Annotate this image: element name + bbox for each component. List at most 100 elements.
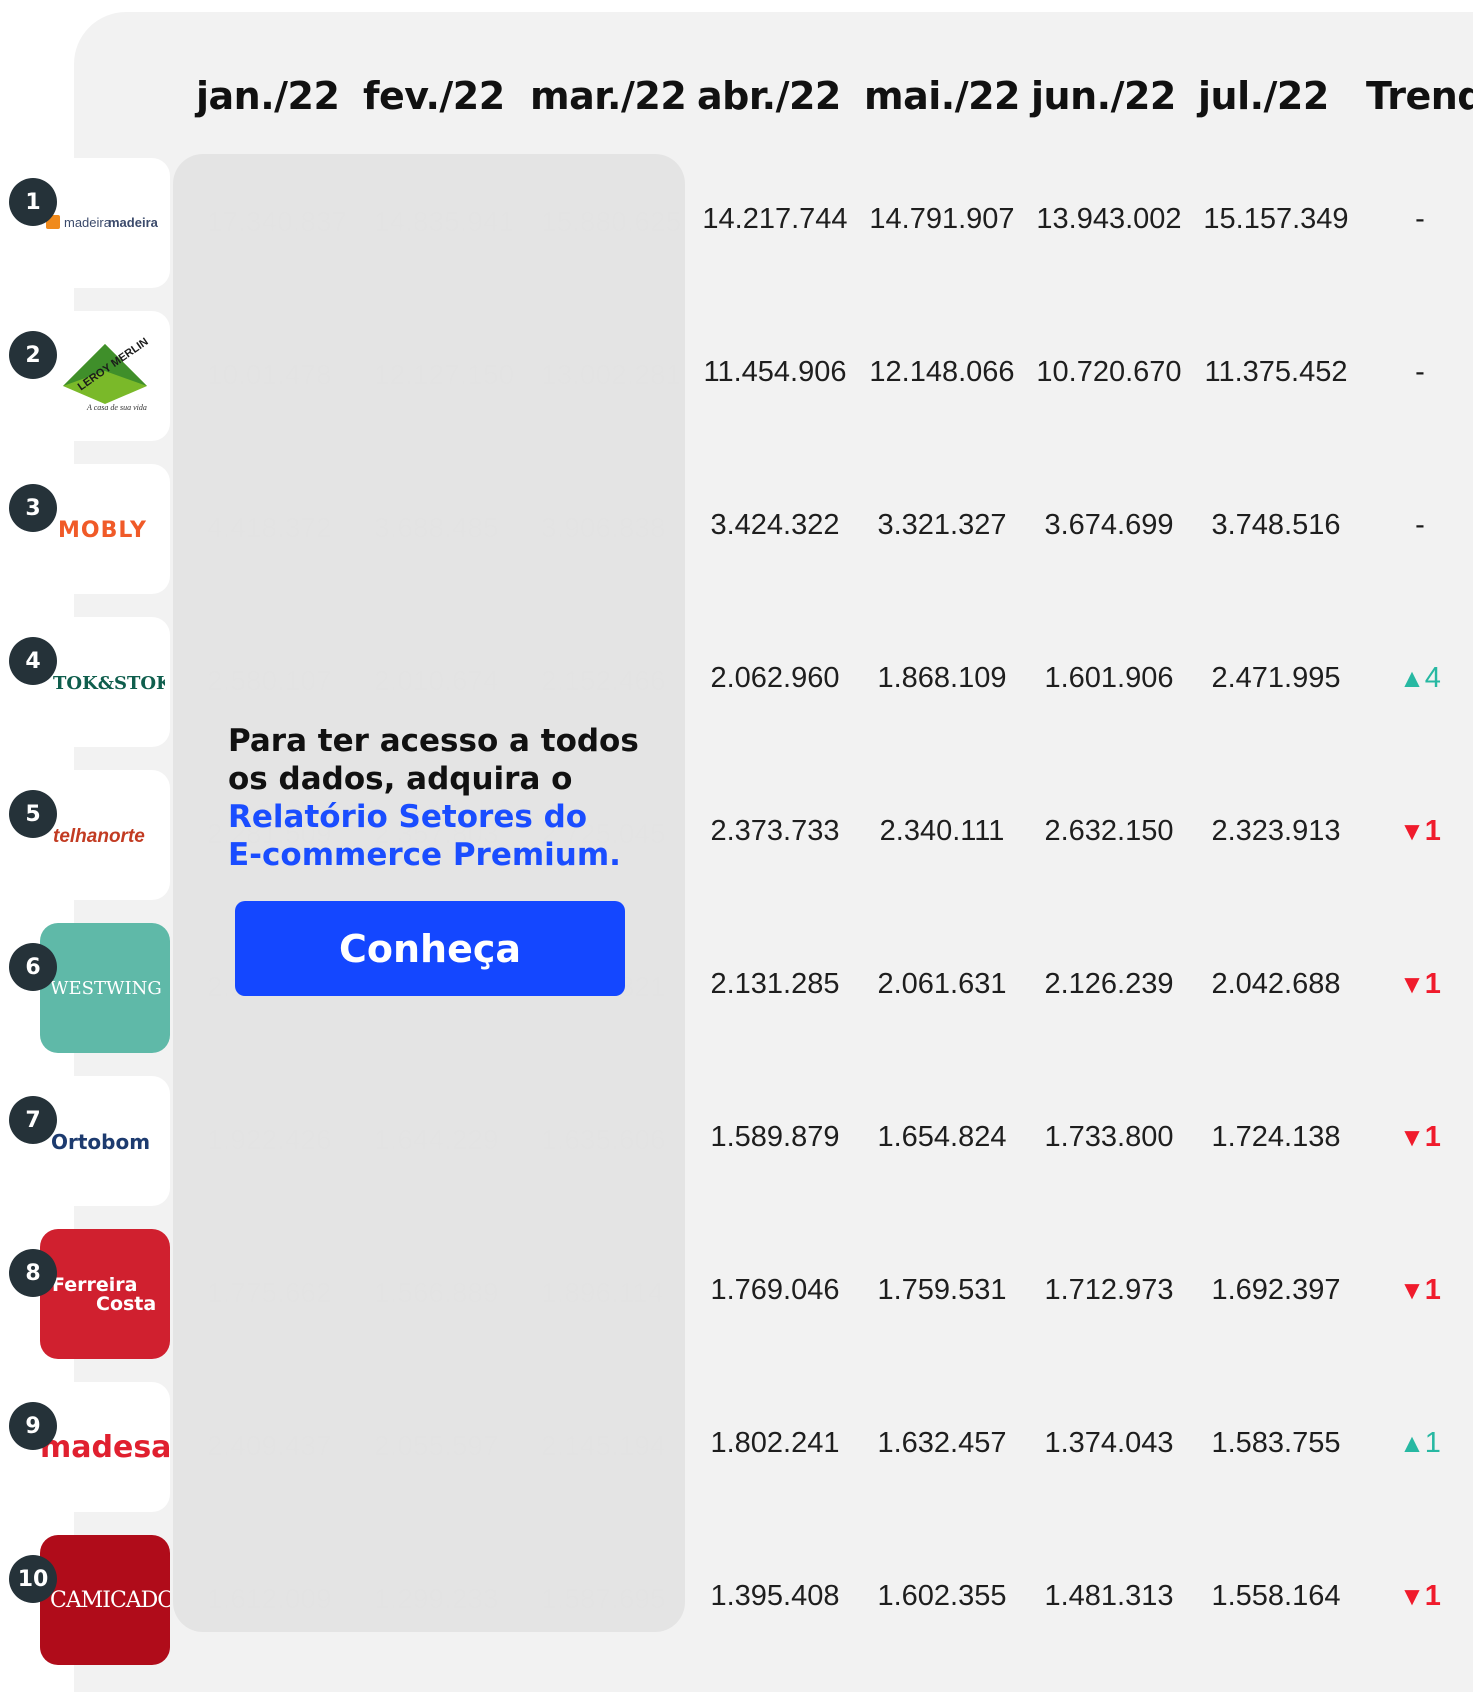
svg-text:MOBLY: MOBLY <box>58 518 147 543</box>
column-header-fev: fev./22 <box>363 74 505 118</box>
value-cell: 1.632.457 <box>877 1427 1007 1459</box>
rank-badge: 4 <box>9 637 57 685</box>
premium-report-link-line-2[interactable]: E-commerce Premium. <box>228 836 648 874</box>
conheca-button[interactable]: Conheça <box>235 901 625 996</box>
paywall-line-2: os dados, adquira o <box>228 761 573 797</box>
value-cell: 1.601.906 <box>1044 662 1174 694</box>
rank-badge: 10 <box>9 1555 57 1603</box>
value-cell: 14.217.744 <box>702 203 848 235</box>
store-logo: TOK&STOK <box>40 617 170 747</box>
trend-up-icon: ▲ <box>1399 663 1425 693</box>
value-cell: 2.340.111 <box>879 815 1005 847</box>
value-cell: 1.602.355 <box>877 1580 1007 1612</box>
svg-text:TOK&STOK: TOK&STOK <box>53 673 165 694</box>
rank-badge: 8 <box>9 1249 57 1297</box>
svg-text:A casa de sua vida: A casa de sua vida <box>86 403 147 412</box>
paywall-blur-overlay <box>173 154 685 1632</box>
value-cell: 1.692.397 <box>1211 1274 1341 1306</box>
trend-value: 1 <box>1424 815 1441 847</box>
value-cell: 1.583.755 <box>1211 1427 1341 1459</box>
value-cell: 14.791.907 <box>869 203 1015 235</box>
store-logo: Ferreira Costa <box>40 1229 170 1359</box>
value-cell: 3.674.699 <box>1044 509 1174 541</box>
trend-down-icon: ▼ <box>1399 816 1425 846</box>
trend-cell: ▼1 <box>1385 1121 1455 1154</box>
trend-value: 1 <box>1424 1427 1441 1459</box>
rank-badge: 9 <box>9 1402 57 1450</box>
column-header-jun: jun./22 <box>1031 74 1176 118</box>
store-logo: LEROY MERLIN A casa de sua vida <box>40 311 170 441</box>
svg-text:Ortobom: Ortobom <box>51 1130 150 1154</box>
value-cell: 2.323.913 <box>1211 815 1341 847</box>
trend-value: 1 <box>1424 968 1441 1000</box>
value-cell: 1.481.313 <box>1044 1580 1174 1612</box>
store-logo: MOBLY <box>40 464 170 594</box>
value-cell: 1.759.531 <box>877 1274 1007 1306</box>
value-cell: 1.374.043 <box>1044 1427 1174 1459</box>
value-cell: 10.720.670 <box>1036 356 1182 388</box>
trend-value: - <box>1415 203 1425 235</box>
value-cell: 2.131.285 <box>710 968 840 1000</box>
trend-cell: - <box>1385 356 1455 389</box>
svg-text:CAMICADO: CAMICADO <box>50 1588 170 1613</box>
value-cell: 2.373.733 <box>710 815 840 847</box>
value-cell: 11.454.906 <box>703 356 847 388</box>
trend-up-icon: ▲ <box>1399 1428 1425 1458</box>
value-cell: 2.061.631 <box>877 968 1007 1000</box>
rank-badge: 7 <box>9 1096 57 1144</box>
value-cell: 2.042.688 <box>1211 968 1341 1000</box>
column-header-abr: abr./22 <box>697 74 841 118</box>
premium-report-link-line-1[interactable]: Relatório Setores do <box>228 798 648 836</box>
rank-badge: 6 <box>9 943 57 991</box>
trend-cell: ▼1 <box>1385 968 1455 1001</box>
value-cell: 13.943.002 <box>1036 203 1182 235</box>
svg-text:madesa: madesa <box>40 1430 170 1465</box>
column-header-jul: jul./22 <box>1198 74 1329 118</box>
trend-down-icon: ▼ <box>1399 1122 1425 1152</box>
value-cell: 2.062.960 <box>710 662 840 694</box>
trend-value: 1 <box>1424 1274 1441 1306</box>
rank-badge: 3 <box>9 484 57 532</box>
svg-text:telhanorte: telhanorte <box>53 826 145 847</box>
trend-value: 4 <box>1424 662 1441 694</box>
value-cell: 2.632.150 <box>1044 815 1174 847</box>
rank-badge: 2 <box>9 331 57 379</box>
trend-cell: - <box>1385 203 1455 236</box>
column-header-mai: mai./22 <box>864 74 1020 118</box>
trend-value: - <box>1415 509 1425 541</box>
trend-value: - <box>1415 356 1425 388</box>
value-cell: 15.157.349 <box>1203 203 1349 235</box>
store-logo: madesa <box>40 1382 170 1512</box>
value-cell: 2.471.995 <box>1211 662 1341 694</box>
value-cell: 1.802.241 <box>710 1427 840 1459</box>
trend-cell: ▲4 <box>1385 662 1455 695</box>
paywall-line-1: Para ter acesso a todos <box>228 723 639 759</box>
value-cell: 1.733.800 <box>1044 1121 1174 1153</box>
column-header-jan: jan./22 <box>196 74 340 118</box>
value-cell: 1.712.973 <box>1044 1274 1174 1306</box>
trend-down-icon: ▼ <box>1399 1581 1425 1611</box>
column-header-mar: mar./22 <box>530 74 687 118</box>
svg-text:madeira: madeira <box>108 215 159 230</box>
trend-cell: ▼1 <box>1385 815 1455 848</box>
store-logo: telhanorte <box>40 770 170 900</box>
value-cell: 1.558.164 <box>1211 1580 1341 1612</box>
value-cell: 3.424.322 <box>710 509 840 541</box>
trend-down-icon: ▼ <box>1399 1275 1425 1305</box>
trend-value: 1 <box>1424 1580 1441 1612</box>
store-logo: Ortobom <box>40 1076 170 1206</box>
store-logo: CAMICADO <box>40 1535 170 1665</box>
trend-cell: ▲1 <box>1385 1427 1455 1460</box>
store-logo: madeira madeira <box>40 158 170 288</box>
svg-text:Costa: Costa <box>96 1293 156 1315</box>
trend-cell: - <box>1385 509 1455 542</box>
trend-down-icon: ▼ <box>1399 969 1425 999</box>
rank-badge: 5 <box>9 790 57 838</box>
svg-text:madeira: madeira <box>64 215 112 230</box>
value-cell: 1.589.879 <box>710 1121 840 1153</box>
rank-badge: 1 <box>9 178 57 226</box>
value-cell: 1.868.109 <box>877 662 1007 694</box>
value-cell: 1.395.408 <box>710 1580 840 1612</box>
trend-cell: ▼1 <box>1385 1274 1455 1307</box>
trend-cell: ▼1 <box>1385 1580 1455 1613</box>
